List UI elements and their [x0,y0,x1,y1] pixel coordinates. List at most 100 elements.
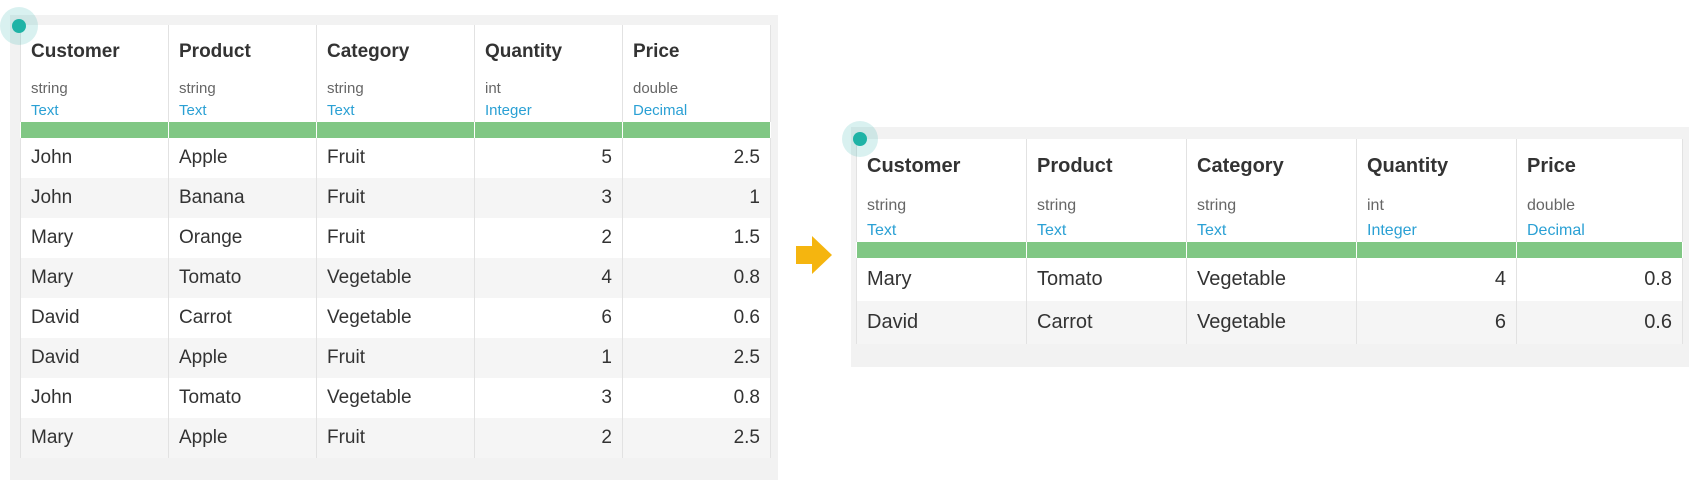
quality-bar-cell [622,122,771,138]
column-type: int [485,80,501,97]
table-cell: Orange [168,218,317,258]
column-name: Customer [867,155,961,177]
table-cell: Vegetable [316,298,475,338]
quality-bar-cell [316,122,475,138]
table-cell: 4 [1356,258,1517,301]
selection-dot-icon[interactable] [0,7,38,45]
table-cell: 1 [622,178,771,218]
source-col-price[interactable]: Price double Decimal [622,25,771,122]
table-cell: 3 [474,178,623,218]
table-row: David Apple Fruit 1 2.5 [20,338,771,378]
column-type: double [633,80,679,97]
table-row: David Carrot Vegetable 6 0.6 [856,301,1683,344]
source-header-row: Customer string Text Product string Text… [20,25,771,122]
column-type: string [1197,197,1237,214]
column-kind: Text [1037,222,1067,239]
table-cell: Apple [168,138,317,178]
quality-bar-cell [1186,242,1357,258]
table-row: Mary Tomato Vegetable 4 0.8 [20,258,771,298]
table-cell: Fruit [316,218,475,258]
quality-bar-cell [1516,242,1683,258]
column-kind: Integer [1367,222,1417,239]
table-cell: 0.6 [622,298,771,338]
table-cell: Carrot [168,298,317,338]
table-cell: Fruit [316,338,475,378]
table-cell: John [20,178,169,218]
table-row: John Banana Fruit 3 1 [20,178,771,218]
table-row: John Tomato Vegetable 3 0.8 [20,378,771,418]
table-cell: 1 [474,338,623,378]
table-cell: Mary [856,258,1027,301]
column-type: double [1527,197,1576,214]
column-kind: Integer [485,102,532,119]
table-cell: 4 [474,258,623,298]
table-cell: 0.6 [1516,301,1683,344]
table-row: Mary Tomato Vegetable 4 0.8 [856,258,1683,301]
column-name: Product [179,41,251,62]
result-col-quantity[interactable]: Quantity int Integer [1356,139,1517,242]
table-cell: Tomato [1026,258,1187,301]
table-cell: 2.5 [622,138,771,178]
column-kind: Decimal [633,102,688,119]
column-name: Product [1037,155,1113,177]
table-cell: 5 [474,138,623,178]
table-cell: Carrot [1026,301,1187,344]
quality-bar-cell [20,122,169,138]
source-col-category[interactable]: Category string Text [316,25,475,122]
table-cell: Apple [168,418,317,458]
column-kind: Text [867,222,897,239]
column-type: string [867,197,907,214]
source-col-quantity[interactable]: Quantity int Integer [474,25,623,122]
result-table-panel: Customer string Text Product string Text… [851,127,1689,367]
table-row: Mary Apple Fruit 2 2.5 [20,418,771,458]
column-kind: Text [179,102,207,119]
table-cell: 1.5 [622,218,771,258]
table-cell: Vegetable [1186,258,1357,301]
source-table-panel: Customer string Text Product string Text… [10,15,778,480]
result-header-row: Customer string Text Product string Text… [856,139,1683,242]
column-type: string [327,80,364,97]
table-row: John Apple Fruit 5 2.5 [20,138,771,178]
source-col-customer[interactable]: Customer string Text [20,25,169,122]
column-type: string [179,80,216,97]
column-quality-bar [856,242,1683,258]
quality-bar-cell [1356,242,1517,258]
table-cell: 2 [474,418,623,458]
table-cell: 2 [474,218,623,258]
table-cell: Vegetable [1186,301,1357,344]
quality-bar-cell [856,242,1027,258]
table-cell: John [20,378,169,418]
column-name: Quantity [485,41,563,62]
column-type: string [1037,197,1077,214]
table-cell: Vegetable [316,258,475,298]
result-col-customer[interactable]: Customer string Text [856,139,1027,242]
table-cell: 3 [474,378,623,418]
table-cell: 0.8 [622,378,771,418]
column-name: Category [327,41,410,62]
column-kind: Text [31,102,59,119]
column-name: Price [633,41,680,62]
table-cell: Tomato [168,378,317,418]
result-col-category[interactable]: Category string Text [1186,139,1357,242]
column-name: Quantity [1367,155,1449,177]
column-kind: Decimal [1527,222,1585,239]
column-type: int [1367,197,1384,214]
column-type: string [31,80,68,97]
table-cell: Tomato [168,258,317,298]
table-cell: Vegetable [316,378,475,418]
table-row: Mary Orange Fruit 2 1.5 [20,218,771,258]
table-cell: 6 [1356,301,1517,344]
column-quality-bar [20,122,771,138]
table-cell: 6 [474,298,623,338]
result-col-price[interactable]: Price double Decimal [1516,139,1683,242]
result-col-product[interactable]: Product string Text [1026,139,1187,242]
table-cell: David [856,301,1027,344]
selection-dot-icon[interactable] [842,121,878,157]
result-table: Customer string Text Product string Text… [856,139,1683,344]
table-cell: Mary [20,218,169,258]
arrow-right-icon [796,236,832,274]
table-row: David Carrot Vegetable 6 0.6 [20,298,771,338]
table-cell: Mary [20,258,169,298]
quality-bar-cell [168,122,317,138]
source-col-product[interactable]: Product string Text [168,25,317,122]
